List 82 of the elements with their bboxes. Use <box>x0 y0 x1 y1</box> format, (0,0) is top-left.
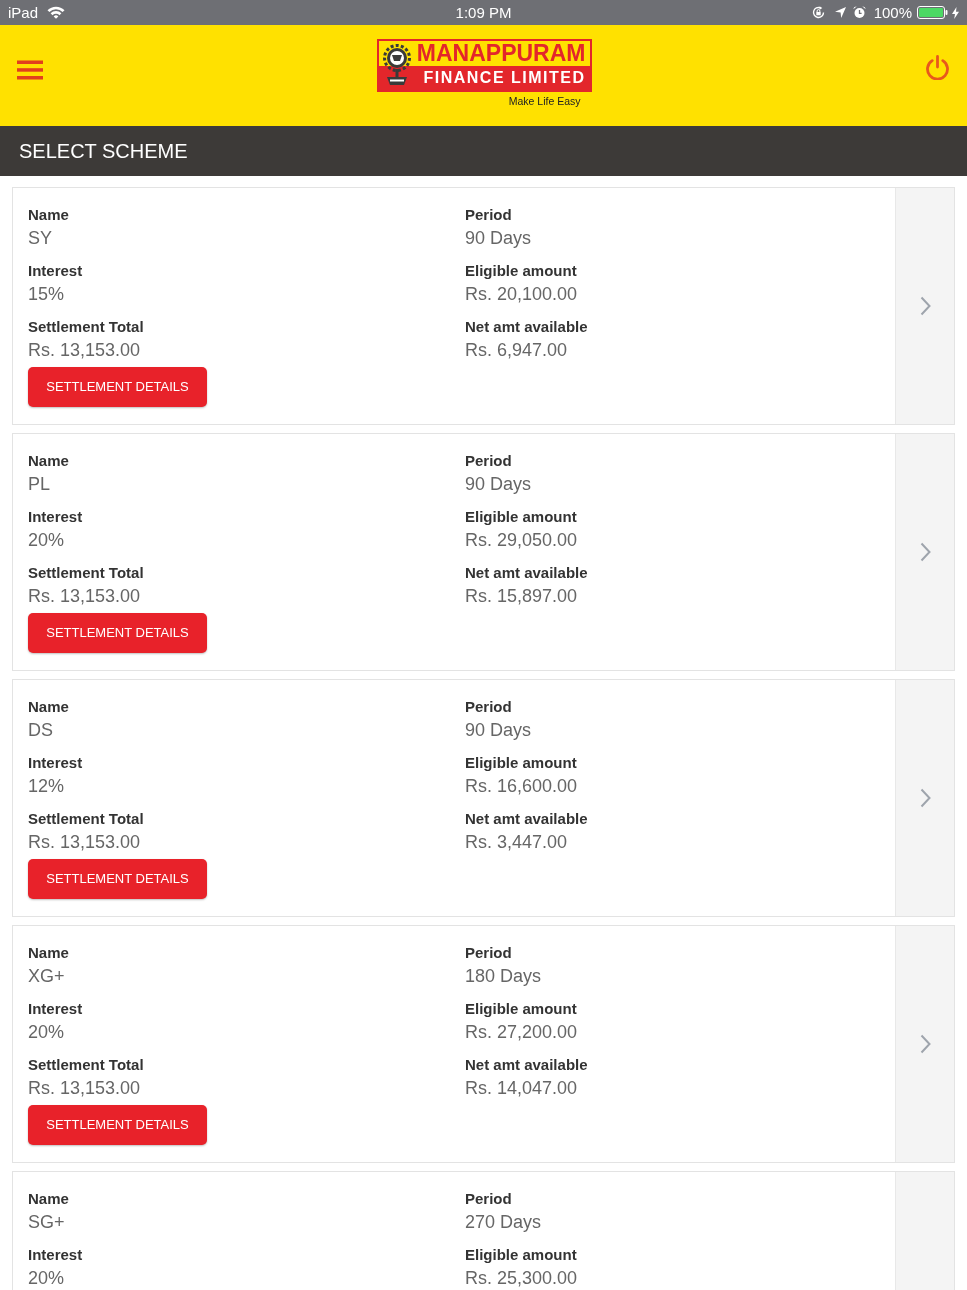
field-value: Rs. 13,153.00 <box>28 341 141 359</box>
field-value: 20% <box>28 531 65 549</box>
field-label: Net amt available <box>465 564 588 582</box>
logo-wordmark: MANAPPURAM <box>416 41 587 66</box>
field-label: Name <box>28 944 69 962</box>
field-value: Rs. 16,600.00 <box>465 777 578 795</box>
settlement-details-button[interactable]: SETTLEMENT DETAILS <box>28 367 207 407</box>
field-value: Rs. 15,897.00 <box>465 587 578 605</box>
power-icon <box>925 55 950 80</box>
field-label: Period <box>465 452 512 470</box>
field-label: Interest <box>28 1000 83 1018</box>
field-value: Rs. 3,447.00 <box>465 833 568 851</box>
field-label: Net amt available <box>465 318 588 336</box>
field-value: 90 Days <box>465 475 532 493</box>
menu-icon <box>17 60 43 80</box>
battery-icon <box>917 6 948 19</box>
field-label: Name <box>28 698 69 716</box>
field-label: Settlement Total <box>28 318 144 336</box>
page-title: SELECT SCHEME <box>19 139 188 163</box>
menu-button[interactable] <box>17 60 43 80</box>
field-value: 270 Days <box>465 1213 542 1231</box>
clock-time: 1:09 PM <box>455 5 512 20</box>
field-label: Period <box>465 944 512 962</box>
field-value: Rs. 25,300.00 <box>465 1269 578 1287</box>
open-scheme-button[interactable] <box>895 188 954 424</box>
field-label: Interest <box>28 508 83 526</box>
field-value: XG+ <box>28 967 65 985</box>
field-value: Rs. 13,153.00 <box>28 833 141 851</box>
field-label: Interest <box>28 754 83 772</box>
field-value: SG+ <box>28 1213 65 1231</box>
field-value: Rs. 13,153.00 <box>28 587 141 605</box>
logo-subtitle: FINANCE LIMITED <box>378 66 590 90</box>
field-label: Eligible amount <box>465 1000 577 1018</box>
field-value: 15% <box>28 285 65 303</box>
field-label: Period <box>465 206 512 224</box>
field-value: SY <box>28 229 52 247</box>
field-label: Eligible amount <box>465 1246 577 1264</box>
field-label: Net amt available <box>465 810 588 828</box>
field-value: 20% <box>28 1023 65 1041</box>
power-button[interactable] <box>925 55 950 80</box>
field-value: Rs. 27,200.00 <box>465 1023 578 1041</box>
gear-emblem-icon <box>380 44 413 86</box>
wifi-icon <box>47 6 66 19</box>
settlement-details-button[interactable]: SETTLEMENT DETAILS <box>28 1105 207 1145</box>
location-arrow-icon <box>834 7 846 18</box>
logo-tagline: Make Life Easy <box>508 94 581 108</box>
field-value: 90 Days <box>465 229 532 247</box>
field-label: Settlement Total <box>28 810 144 828</box>
field-label: Interest <box>28 262 83 280</box>
field-label: Name <box>28 206 69 224</box>
field-value: 20% <box>28 1269 65 1287</box>
battery-percentage: 100% <box>873 5 912 20</box>
open-scheme-button[interactable] <box>895 434 954 670</box>
field-label: Eligible amount <box>465 754 577 772</box>
alarm-clock-icon <box>852 6 866 19</box>
field-value: Rs. 13,153.00 <box>28 1079 141 1097</box>
field-label: Name <box>28 452 69 470</box>
settlement-details-button[interactable]: SETTLEMENT DETAILS <box>28 859 207 899</box>
open-scheme-button[interactable] <box>895 926 954 1162</box>
field-label: Settlement Total <box>28 564 144 582</box>
field-label: Eligible amount <box>465 508 577 526</box>
field-value: DS <box>28 721 53 739</box>
field-label: Period <box>465 698 512 716</box>
device-name: iPad <box>8 5 39 20</box>
field-label: Period <box>465 1190 512 1208</box>
field-value: Rs. 14,047.00 <box>465 1079 578 1097</box>
rotation-lock-icon <box>811 6 825 19</box>
field-label: Net amt available <box>465 1056 588 1074</box>
field-label: Settlement Total <box>28 1056 144 1074</box>
settlement-details-button[interactable]: SETTLEMENT DETAILS <box>28 613 207 653</box>
field-value: Rs. 6,947.00 <box>465 341 568 359</box>
charging-bolt-icon <box>952 6 959 19</box>
field-value: 180 Days <box>465 967 542 985</box>
field-value: 12% <box>28 777 65 795</box>
field-value: Rs. 20,100.00 <box>465 285 578 303</box>
field-label: Name <box>28 1190 69 1208</box>
field-value: Rs. 29,050.00 <box>465 531 578 549</box>
open-scheme-button[interactable] <box>895 680 954 916</box>
field-label: Interest <box>28 1246 83 1264</box>
field-label: Eligible amount <box>465 262 577 280</box>
field-value: PL <box>28 475 51 493</box>
field-value: 90 Days <box>465 721 532 739</box>
